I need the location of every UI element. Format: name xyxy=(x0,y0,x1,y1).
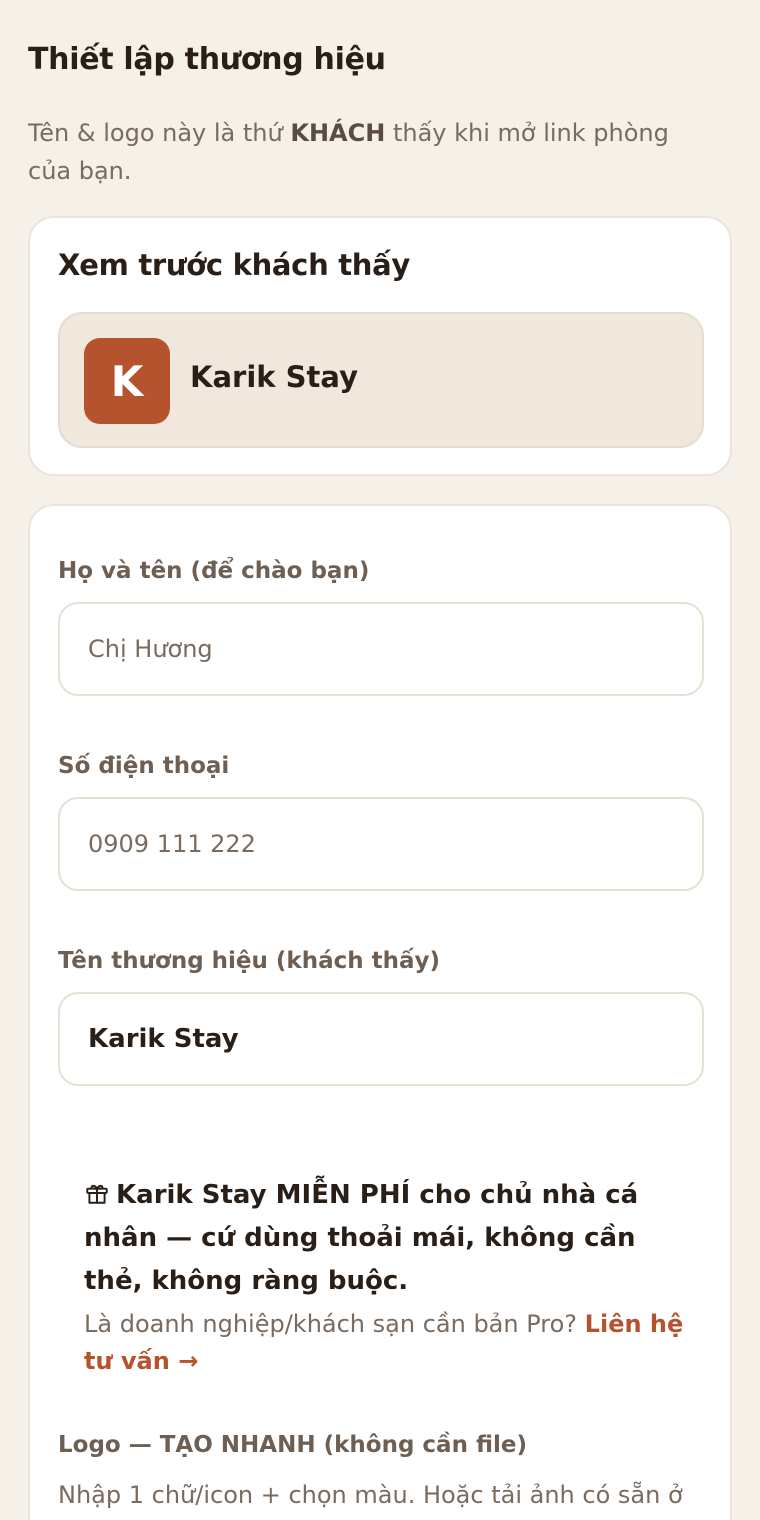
fullname-input[interactable]: Chị Hương xyxy=(58,602,704,696)
free-plan-text: Karik Stay MIỄN PHÍ cho chủ nhà cá nhân … xyxy=(84,1180,639,1296)
logo-section-help: Nhập 1 chữ/icon + chọn màu. Hoặc tải ảnh… xyxy=(58,1481,683,1509)
free-plan-notice: Karik Stay MIỄN PHÍ cho chủ nhà cá nhân … xyxy=(84,1174,694,1303)
branding-setup-page: Thiết lập thương hiệu Tên & logo này là … xyxy=(0,0,760,1520)
fullname-label: Họ và tên (để chào bạn) xyxy=(58,558,370,584)
intro-text-bold: KHÁCH xyxy=(290,119,386,147)
branding-form-card: Họ và tên (để chào bạn) Chị Hương Số điệ… xyxy=(28,504,732,1520)
brand-preview: K Karik Stay xyxy=(58,312,704,448)
page-title: Thiết lập thương hiệu xyxy=(28,42,386,77)
logo-section-label: Logo — TẠO NHANH (không cần file) xyxy=(58,1432,527,1458)
brand-name-label: Tên thương hiệu (khách thấy) xyxy=(58,948,441,974)
intro-text-before: Tên & logo này là thứ xyxy=(28,119,291,147)
phone-label: Số điện thoại xyxy=(58,753,230,779)
pro-contact-line: Là doanh nghiệp/khách sạn cần bản Pro? L… xyxy=(84,1306,694,1380)
page-intro: Tên & logo này là thứ KHÁCH thấy khi mở … xyxy=(28,114,718,190)
preview-title: Xem trước khách thấy xyxy=(58,248,410,282)
guest-preview-card: Xem trước khách thấy K Karik Stay xyxy=(28,216,732,476)
pro-contact-text: Là doanh nghiệp/khách sạn cần bản Pro? xyxy=(84,1310,585,1338)
gift-icon xyxy=(86,1184,108,1204)
brand-name-input[interactable]: Karik Stay xyxy=(58,992,704,1086)
preview-brand-name: Karik Stay xyxy=(190,360,358,394)
brand-logo-tile: K xyxy=(84,338,170,424)
phone-input[interactable]: 0909 111 222 xyxy=(58,797,704,891)
